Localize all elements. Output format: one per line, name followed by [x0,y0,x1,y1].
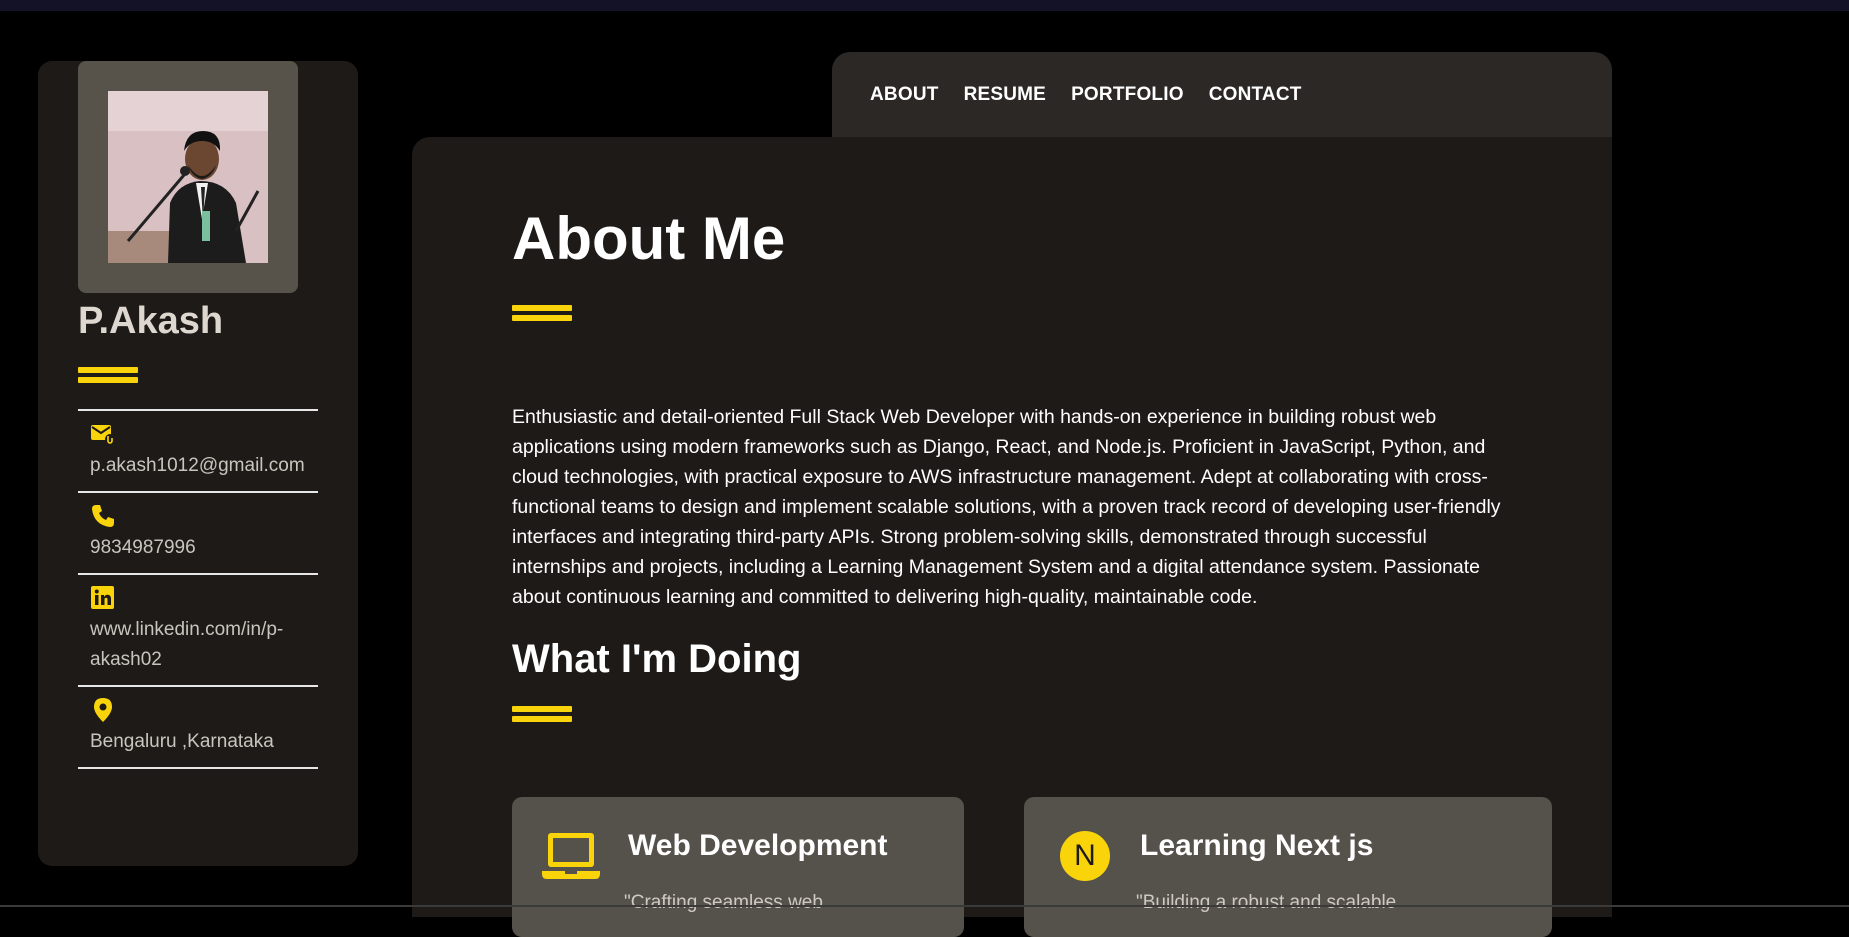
avatar [108,91,268,263]
doing-title: What I'm Doing [512,637,802,681]
contact-list: p.akash1012@gmail.com 9834987996 www.lin… [78,409,318,769]
accent-bars [512,305,572,321]
service-card-learning-next[interactable]: N Learning Next js "Building a robust an… [1024,797,1552,937]
service-card-web-development[interactable]: Web Development "Crafting seamless web [512,797,964,937]
nav-about[interactable]: ABOUT [870,84,939,106]
profile-name: P.Akash [78,300,224,342]
top-navbar: ABOUT RESUME PORTFOLIO CONTACT [832,52,1612,139]
location-pin-icon [90,697,116,723]
email-value: p.akash1012@gmail.com [90,455,305,476]
linkedin-icon [90,585,116,611]
contact-phone[interactable]: 9834987996 [78,493,318,575]
nav-portfolio[interactable]: PORTFOLIO [1071,84,1184,106]
location-value: Bengaluru ,Karnataka [90,731,274,752]
about-title: About Me [512,205,786,272]
contact-email[interactable]: p.akash1012@gmail.com [78,409,318,493]
profile-sidebar: P.Akash p.akash1012@gmail.com 9834987996 [38,61,358,866]
card-title: Web Development [628,829,888,862]
about-paragraph: Enthusiastic and detail-oriented Full St… [512,406,1501,608]
top-strip [0,0,1849,11]
mail-icon [90,421,116,447]
card-description: "Building a robust and scalable [1136,892,1397,913]
contact-linkedin[interactable]: www.linkedin.com/in/p-akash02 [78,575,318,687]
main-panel: About Me Enthusiastic and detail-oriente… [412,137,1612,937]
accent-bars [78,367,138,383]
avatar-frame [78,61,298,293]
card-title: Learning Next js [1140,829,1374,862]
nav-list: ABOUT RESUME PORTFOLIO CONTACT [870,84,1302,106]
contact-location[interactable]: Bengaluru ,Karnataka [78,687,318,769]
phone-value: 9834987996 [90,537,196,558]
phone-icon [90,503,116,529]
card-description: "Crafting seamless web [624,892,823,913]
nav-resume[interactable]: RESUME [964,84,1047,106]
nav-contact[interactable]: CONTACT [1209,84,1302,106]
laptop-icon [542,831,600,881]
nextjs-icon: N [1060,831,1110,881]
accent-bars [512,706,572,722]
linkedin-value: www.linkedin.com/in/p-akash02 [90,619,284,670]
